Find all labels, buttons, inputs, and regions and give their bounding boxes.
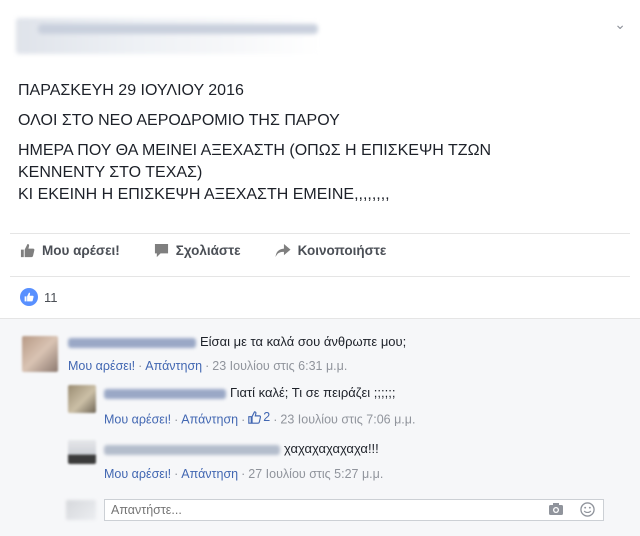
post-line: ΚΕΝΝΕΝΤΥ ΣΤΟ ΤΕΧΑΣ) — [18, 164, 203, 181]
post-line: ΠΑΡΑΣΚΕΥΗ 29 ΙΟΥΛΙΟΥ 2016 — [18, 82, 244, 99]
share-icon — [275, 243, 291, 258]
comment-like-link[interactable]: Μου αρέσει! — [104, 467, 171, 481]
thumbs-up-icon — [20, 243, 35, 258]
avatar[interactable] — [22, 336, 58, 372]
like-badge-icon — [20, 288, 38, 306]
thumbs-up-icon — [248, 410, 262, 424]
comment-text: Γιατί καλέ; Τι σε πειράζει ;;;;;; — [230, 385, 396, 400]
chevron-down-icon[interactable]: ⌄ — [614, 16, 626, 33]
post-line: ΚΙ ΕΚΕΙΝΗ Η ΕΠΙΣΚΕΨΗ ΑΞΕΧΑΣΤΗ ΕΜΕΙΝΕ,,,,… — [18, 186, 390, 203]
comment-time[interactable]: 27 Ιουλίου στις 5:27 μ.μ. — [248, 467, 383, 481]
likes-summary[interactable]: 11 — [20, 288, 58, 306]
comment-meta: Μου αρέσει! · Απάντηση · 23 Ιουλίου στις 6:3… — [68, 359, 348, 373]
comment-time[interactable]: 23 Ιουλίου στις 6:31 μ.μ. — [212, 359, 347, 373]
emoji-icon[interactable] — [580, 502, 595, 517]
comment-text: χαχαχαχαχαχα!!! — [284, 441, 379, 456]
post-body: ΠΑΡΑΣΚΕΥΗ 29 ΙΟΥΛΙΟΥ 2016 ΟΛΟΙ ΣΤΟ ΝΕΟ Α… — [18, 80, 618, 214]
post-line: ΗΜΕΡΑ ΠΟΥ ΘΑ ΜΕΙΝΕΙ ΑΞΕΧΑΣΤΗ (ΟΠΩΣ Η ΕΠΙ… — [18, 142, 492, 159]
comment-label: Σχολιάστε — [175, 243, 241, 258]
comment-reply-link[interactable]: Απάντηση — [181, 467, 238, 481]
comment-text: Είσαι με τα καλά σου άνθρωπε μου; — [200, 334, 407, 349]
comment-meta: Μου αρέσει! · Απάντηση · 2 · 23 Ιουλίου στις 7… — [104, 410, 416, 427]
comment: χαχαχαχαχαχα!!! — [104, 441, 379, 456]
share-label: Κοινοποιήστε — [297, 243, 387, 258]
comment-likes[interactable]: 2 — [248, 410, 270, 424]
avatar[interactable] — [68, 440, 96, 464]
comment-time[interactable]: 23 Ιουλίου στις 7:06 μ.μ. — [280, 413, 415, 427]
divider — [10, 276, 630, 277]
post-line: ΟΛΟΙ ΣΤΟ ΝΕΟ ΑΕΡΟΔΡΟΜΙΟ ΤΗΣ ΠΑΡΟΥ — [18, 112, 340, 129]
reply-box[interactable] — [104, 499, 604, 521]
commenter-name[interactable] — [68, 337, 196, 348]
comment-meta: Μου αρέσει! · Απάντηση · 27 Ιουλίου στις 5:2… — [104, 467, 384, 481]
camera-icon[interactable] — [548, 502, 564, 516]
comment-reply-link[interactable]: Απάντηση — [145, 359, 202, 373]
comment: Γιατί καλέ; Τι σε πειράζει ;;;;;; — [104, 385, 395, 400]
comment-likes-count: 2 — [263, 410, 271, 424]
commenter-name[interactable] — [104, 444, 280, 455]
divider — [10, 233, 630, 234]
commenter-name[interactable] — [104, 388, 226, 399]
comment-reply-link[interactable]: Απάντηση — [181, 413, 238, 427]
blurred-author-header — [16, 18, 320, 54]
comment-button[interactable]: Σχολιάστε — [154, 243, 241, 258]
reply-input[interactable] — [105, 500, 517, 520]
share-button[interactable]: Κοινοποιήστε — [275, 243, 387, 258]
like-button[interactable]: Μου αρέσει! — [20, 243, 120, 258]
likes-count: 11 — [44, 289, 58, 305]
comment: Είσαι με τα καλά σου άνθρωπε μου; — [68, 334, 406, 349]
post-actions: Μου αρέσει! Σχολιάστε Κοινοποιήστε — [20, 243, 420, 258]
like-label: Μου αρέσει! — [42, 243, 120, 258]
comment-like-link[interactable]: Μου αρέσει! — [68, 359, 135, 373]
avatar — [66, 500, 96, 520]
facebook-post: ⌄ ΠΑΡΑΣΚΕΥΗ 29 ΙΟΥΛΙΟΥ 2016 ΟΛΟΙ ΣΤΟ ΝΕΟ… — [0, 0, 640, 536]
comment-icon — [154, 243, 168, 258]
comment-like-link[interactable]: Μου αρέσει! — [104, 413, 171, 427]
reply-tools — [548, 502, 595, 517]
avatar[interactable] — [68, 385, 96, 413]
